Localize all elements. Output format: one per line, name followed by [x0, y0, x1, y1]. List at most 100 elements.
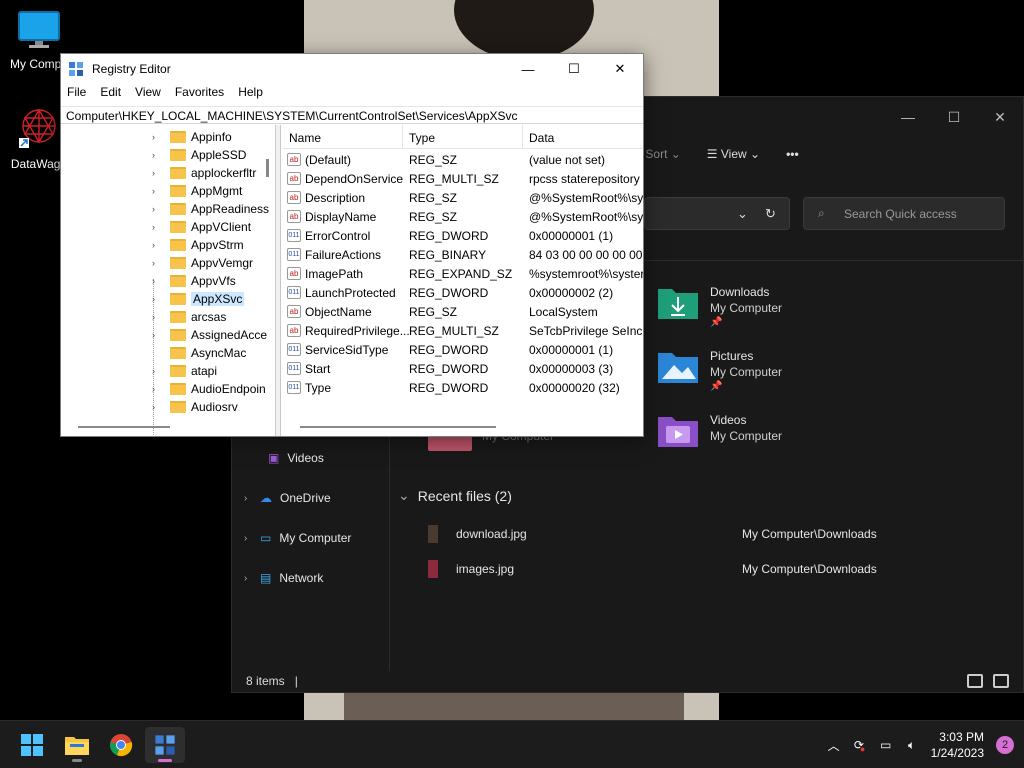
chevron-right-icon[interactable]: ›: [152, 150, 162, 160]
value-data: 0x00000003 (3): [529, 362, 614, 376]
close-button[interactable]: ✕: [597, 54, 643, 84]
sync-icon[interactable]: ⟳ ●: [847, 736, 873, 754]
registry-value-row[interactable]: 011 Type REG_DWORD 0x00000020 (32): [282, 379, 643, 398]
registry-value-row[interactable]: ab DependOnService REG_MULTI_SZ rpcss state…: [282, 170, 643, 189]
registry-value-row[interactable]: 011 Start REG_DWORD 0x00000003 (3): [282, 360, 643, 379]
tree-key-row[interactable]: › AudioEndpoin: [152, 380, 266, 398]
chevron-right-icon[interactable]: ›: [152, 276, 162, 286]
tree-key-row[interactable]: › arcsas: [152, 308, 226, 326]
chevron-up-icon[interactable]: ︿: [821, 737, 847, 754]
registry-address-bar[interactable]: Computer\HKEY_LOCAL_MACHINE\SYSTEM\Curre…: [61, 106, 643, 124]
registry-value-row[interactable]: 011 LaunchProtected REG_DWORD 0x00000002 (2…: [282, 284, 643, 303]
chevron-down-icon[interactable]: ⌄: [737, 206, 748, 222]
details-view-icon[interactable]: [967, 674, 983, 688]
menu-help[interactable]: Help: [238, 85, 263, 99]
tree-key-row[interactable]: › AppMgmt: [152, 182, 242, 200]
volume-icon[interactable]: 🔈︎: [899, 738, 925, 753]
chevron-right-icon[interactable]: ›: [152, 240, 162, 250]
tree-key-row[interactable]: › AppvVemgr: [152, 254, 253, 272]
registry-value-row[interactable]: ab RequiredPrivilege... REG_MULTI_SZ SeTcbP…: [282, 322, 643, 341]
tree-vertical-scrollbar[interactable]: [266, 159, 269, 177]
nav-item-videos[interactable]: ▣ Videos: [268, 451, 324, 465]
quick-item-downloads[interactable]: Downloads My Computer 📌: [656, 285, 782, 328]
chevron-right-icon[interactable]: ›: [152, 258, 162, 268]
string-value-icon: ab: [287, 305, 301, 318]
chevron-right-icon[interactable]: ›: [152, 366, 162, 376]
chevron-right-icon[interactable]: ›: [152, 330, 162, 340]
registry-value-row[interactable]: ab (Default) REG_SZ (value not set): [282, 151, 643, 170]
chevron-right-icon[interactable]: ›: [152, 204, 162, 214]
chevron-right-icon[interactable]: ›: [152, 132, 162, 142]
tree-key-row[interactable]: › atapi: [152, 362, 217, 380]
chevron-right-icon[interactable]: ›: [152, 384, 162, 394]
recent-files-header[interactable]: ⌄ Recent files (2): [398, 487, 512, 504]
taskbar-registry-editor[interactable]: [145, 727, 185, 763]
menu-favorites[interactable]: Favorites: [175, 85, 224, 99]
tree-key-row[interactable]: › Appinfo: [152, 128, 232, 146]
value-data: 0x00000001 (1): [529, 229, 614, 243]
tree-key-row[interactable]: › AppVClient: [152, 218, 251, 236]
tree-key-row[interactable]: › AppleSSD: [152, 146, 246, 164]
registry-value-row[interactable]: ab DisplayName REG_SZ @%SystemRoot%\sys: [282, 208, 643, 227]
more-options-button[interactable]: •••: [786, 147, 799, 161]
tree-key-row[interactable]: › AppvStrm: [152, 236, 244, 254]
tree-key-row[interactable]: › applockerfltr: [152, 164, 256, 182]
menu-view[interactable]: View: [135, 85, 161, 99]
maximize-button[interactable]: ☐: [551, 54, 597, 84]
tree-key-label: AppvVfs: [191, 274, 236, 288]
binary-value-icon: 011: [287, 362, 301, 375]
tree-key-row[interactable]: › AppReadiness: [152, 200, 269, 218]
tree-key-row[interactable]: › Audiosrv: [152, 398, 238, 416]
explorer-address-bar[interactable]: ⌄ ↻: [644, 197, 790, 230]
chevron-right-icon[interactable]: ›: [244, 573, 252, 584]
nav-item-onedrive[interactable]: › ☁ OneDrive: [244, 491, 331, 505]
tree-horizontal-scrollbar[interactable]: [78, 426, 170, 428]
pane-splitter[interactable]: [276, 125, 281, 436]
explorer-search-input[interactable]: ⌕ Search Quick access: [803, 197, 1005, 230]
taskbar-file-explorer[interactable]: [57, 727, 97, 763]
start-button[interactable]: [12, 727, 52, 763]
chevron-right-icon[interactable]: ›: [244, 533, 252, 544]
refresh-icon[interactable]: ↻: [765, 206, 776, 222]
chevron-right-icon[interactable]: ›: [152, 222, 162, 232]
registry-value-row[interactable]: 011 ErrorControl REG_DWORD 0x00000001 (1): [282, 227, 643, 246]
close-button[interactable]: ✕: [977, 97, 1023, 137]
menu-edit[interactable]: Edit: [100, 85, 121, 99]
quick-item-pictures[interactable]: Pictures My Computer 📌: [656, 349, 782, 392]
registry-value-row[interactable]: 011 ServiceSidType REG_DWORD 0x00000001 (1): [282, 341, 643, 360]
menu-file[interactable]: File: [67, 85, 86, 99]
minimize-button[interactable]: —: [885, 97, 931, 137]
chevron-right-icon[interactable]: ›: [152, 186, 162, 196]
tree-key-row[interactable]: AsyncMac: [152, 344, 246, 362]
values-horizontal-scrollbar[interactable]: [300, 426, 496, 428]
tree-key-row[interactable]: › AppvVfs: [152, 272, 236, 290]
registry-value-row[interactable]: 011 FailureActions REG_BINARY 84 03 00 00 0…: [282, 246, 643, 265]
chevron-right-icon[interactable]: ›: [152, 294, 162, 304]
column-name[interactable]: Name: [289, 131, 321, 145]
view-button[interactable]: ☰ View ⌄: [707, 147, 760, 161]
registry-value-row[interactable]: ab Description REG_SZ @%SystemRoot%\sys: [282, 189, 643, 208]
nav-item-my-computer[interactable]: › ▭ My Computer: [244, 531, 351, 545]
recent-file-row[interactable]: download.jpg My Computer\Downloads: [428, 525, 877, 543]
tree-key-row[interactable]: › AppXSvc: [152, 290, 245, 308]
folder-icon: [170, 203, 186, 215]
chevron-right-icon[interactable]: ›: [152, 402, 162, 412]
taskbar-chrome[interactable]: [101, 727, 141, 763]
chevron-right-icon[interactable]: ›: [152, 168, 162, 178]
maximize-button[interactable]: ☐: [931, 97, 977, 137]
network-tray-icon[interactable]: ▭: [873, 738, 899, 752]
column-data[interactable]: Data: [529, 131, 554, 145]
tiles-view-icon[interactable]: [993, 674, 1009, 688]
registry-value-row[interactable]: ab ObjectName REG_SZ LocalSystem: [282, 303, 643, 322]
column-type[interactable]: Type: [409, 131, 435, 145]
chevron-right-icon[interactable]: ›: [244, 493, 252, 504]
tree-key-row[interactable]: › AssignedAcce: [152, 326, 267, 344]
nav-item-network[interactable]: › ▤ Network: [244, 571, 323, 585]
registry-value-row[interactable]: ab ImagePath REG_EXPAND_SZ %systemroot%\sys…: [282, 265, 643, 284]
notification-badge[interactable]: 2: [996, 736, 1014, 754]
chevron-right-icon[interactable]: ›: [152, 312, 162, 322]
minimize-button[interactable]: —: [505, 54, 551, 84]
quick-item-videos[interactable]: Videos My Computer: [656, 413, 782, 449]
clock[interactable]: 3:03 PM 1/24/2023: [931, 729, 984, 761]
recent-file-row[interactable]: images.jpg My Computer\Downloads: [428, 560, 877, 578]
